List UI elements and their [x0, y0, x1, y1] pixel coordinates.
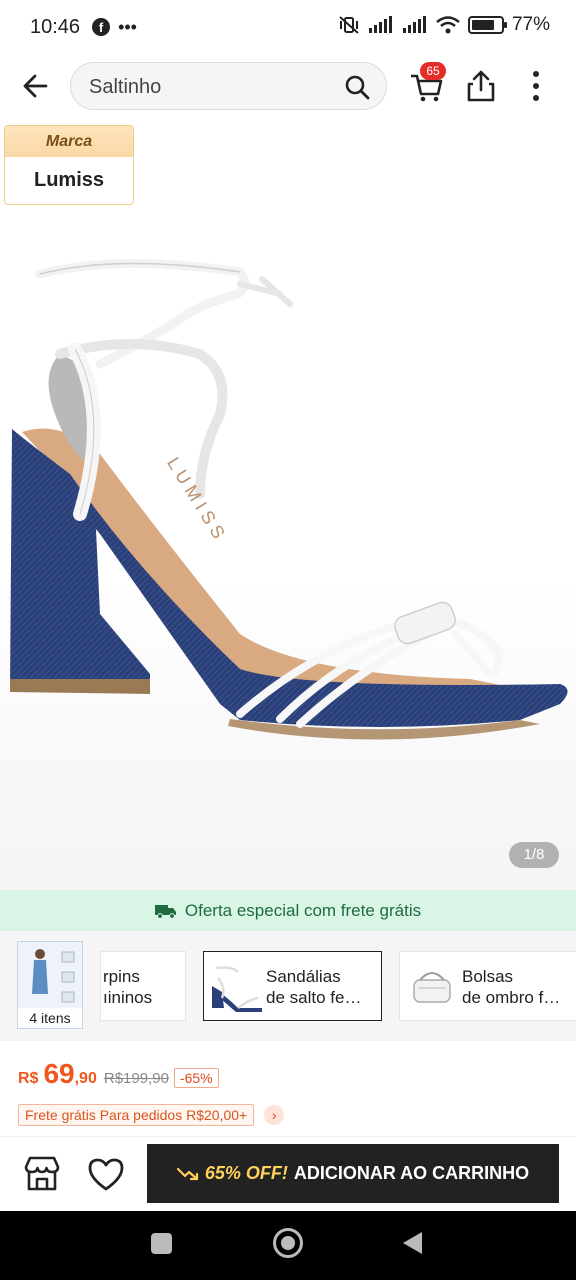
cta-discount: 65% OFF!: [204, 1163, 288, 1183]
more-vertical-icon: [533, 71, 539, 101]
related-card-shoulder-bags[interactable]: Bolsas de ombro f…: [399, 951, 576, 1021]
signal-icon: [368, 16, 392, 33]
add-to-cart-button[interactable]: 65% OFF! ADICIONAR AO CARRINHO: [147, 1144, 559, 1203]
related-card-line2: de salto fe…: [266, 988, 362, 1007]
free-shipping-tag: Frete grátis Para pedidos R$20,00+: [18, 1104, 255, 1126]
outfit-item-count: 4 itens: [18, 1008, 82, 1028]
product-page: 10:46 f ••• 77% Saltinho 65 LUMISS 1/8 M…: [0, 0, 576, 1280]
free-shipping-row[interactable]: Frete grátis Para pedidos R$20,00+ ›: [18, 1104, 285, 1126]
share-button[interactable]: [464, 68, 498, 104]
truck-icon: [154, 904, 176, 919]
product-photo: LUMISS: [10, 258, 568, 740]
facebook-icon: f: [92, 18, 111, 36]
original-price: R$199,90: [103, 1070, 169, 1087]
discount-badge: -65%: [173, 1068, 219, 1088]
more-notifications-icon: •••: [118, 16, 137, 37]
vibrate-off-icon: [339, 16, 359, 34]
back-button[interactable]: [18, 68, 54, 104]
free-shipping-text: Oferta especial com frete grátis: [184, 900, 422, 920]
wishlist-button[interactable]: [86, 1155, 126, 1193]
related-products-strip: 4 itens rpins ıininos Sandálias de salto…: [0, 931, 576, 1041]
signal-icon-2: [402, 16, 426, 33]
related-card-line2: de ombro f…: [462, 988, 561, 1007]
heart-icon: [88, 1158, 124, 1191]
price-decimal: ,90: [74, 1070, 97, 1087]
system-back-button[interactable]: [403, 1232, 422, 1254]
store-button[interactable]: [22, 1155, 62, 1193]
outfit-image: [18, 942, 82, 1012]
related-card-line1: rpins: [103, 967, 140, 986]
related-card-line1: Sandálias: [266, 967, 341, 986]
price-row: R$ 69 ,90 R$199,90 -65%: [18, 1058, 219, 1090]
cta-label: ADICIONAR AO CARRINHO: [293, 1163, 530, 1183]
status-time: 10:46: [30, 15, 81, 38]
related-card-line2: ıininos: [103, 988, 153, 1007]
related-card-heeled-sandals[interactable]: Sandálias de salto fe…: [203, 951, 382, 1021]
bag-thumbnail: [404, 958, 460, 1014]
brand-name: Lumiss: [33, 169, 105, 191]
store-icon: [24, 1156, 60, 1191]
sandal-thumbnail: [208, 958, 264, 1014]
chevron-right-icon[interactable]: ›: [264, 1105, 285, 1125]
top-nav: Saltinho 65: [0, 58, 576, 114]
related-card-line1: Bolsas: [462, 967, 514, 986]
recent-apps-button[interactable]: [151, 1233, 172, 1254]
home-button[interactable]: [273, 1228, 303, 1258]
product-image-carousel[interactable]: LUMISS 1/8: [0, 114, 576, 890]
search-icon[interactable]: [344, 74, 370, 100]
cart-count-badge: 65: [420, 62, 446, 80]
system-navigation-bar: [0, 1211, 576, 1280]
price-integer: 69: [43, 1058, 75, 1089]
battery-icon: [467, 16, 507, 34]
brand-label: Marca: [5, 126, 133, 157]
trend-down-icon: [176, 1167, 198, 1180]
related-card-hairpins[interactable]: rpins ıininos: [100, 951, 186, 1021]
search-query: Saltinho: [89, 76, 162, 98]
battery-percent: 77%: [511, 14, 550, 35]
search-input[interactable]: Saltinho: [70, 62, 387, 110]
share-icon: [467, 70, 495, 102]
bottom-action-bar: 65% OFF! ADICIONAR AO CARRINHO: [0, 1136, 576, 1211]
status-bar: 10:46 f ••• 77%: [0, 0, 576, 54]
free-shipping-banner[interactable]: Oferta especial com frete grátis: [0, 890, 576, 931]
outfit-thumbnail[interactable]: 4 itens: [17, 941, 83, 1029]
wifi-icon: [436, 16, 460, 34]
more-options-button[interactable]: [520, 68, 552, 104]
image-counter: 1/8: [509, 842, 559, 868]
brand-badge[interactable]: Marca Lumiss: [4, 125, 134, 205]
price-currency: R$: [18, 1070, 39, 1087]
back-arrow-icon: [23, 74, 48, 98]
battery-level: [471, 20, 494, 30]
